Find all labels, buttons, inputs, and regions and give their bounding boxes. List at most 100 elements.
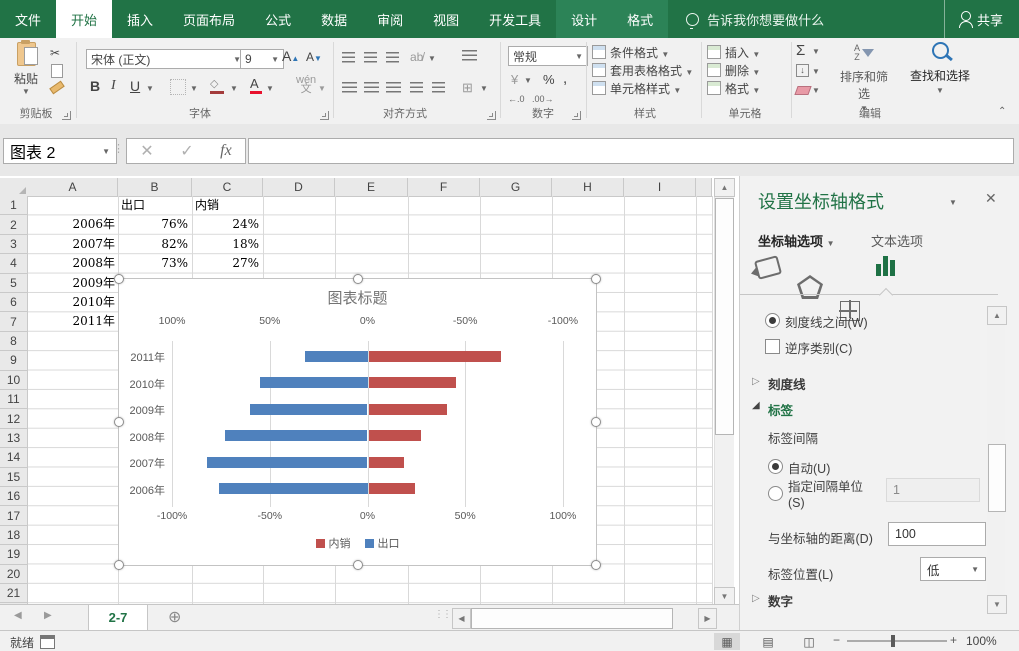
- column-header-H[interactable]: H: [552, 178, 624, 197]
- zoom-in-button[interactable]: +: [950, 633, 957, 647]
- h-scroll-left-button[interactable]: ◀: [452, 608, 471, 629]
- zoom-level[interactable]: 100%: [966, 634, 997, 648]
- autosum-dropdown-icon[interactable]: ▼: [812, 47, 820, 56]
- bar-export-2011年[interactable]: [305, 351, 368, 362]
- autosum-button[interactable]: Σ: [796, 42, 805, 59]
- column-header-G[interactable]: G: [480, 178, 552, 197]
- cell-A3[interactable]: 2007年: [30, 235, 115, 254]
- align-center-button[interactable]: [364, 82, 379, 93]
- cell-B2[interactable]: 76%: [120, 215, 188, 234]
- fill-button[interactable]: ↓: [796, 64, 809, 77]
- bar-domestic-2006年[interactable]: [369, 483, 416, 494]
- top-align-button[interactable]: [342, 52, 355, 63]
- font-name-combo[interactable]: 宋体 (正文)▼: [86, 49, 246, 69]
- chart-selection-handle[interactable]: [353, 274, 363, 284]
- page-break-view-button[interactable]: ◫: [796, 633, 822, 650]
- underline-dropdown-icon[interactable]: ▼: [146, 84, 154, 93]
- bar-export-2010年[interactable]: [260, 377, 368, 388]
- find-select-button[interactable]: 查找和选择 ▼: [905, 42, 975, 95]
- tab-axis-options[interactable]: 坐标轴选项 ▼: [758, 231, 835, 250]
- tab-页面布局[interactable]: 页面布局: [168, 0, 250, 38]
- clipboard-dialog-launcher[interactable]: [62, 111, 71, 120]
- cell-A6[interactable]: 2010年: [30, 293, 115, 312]
- select-all-corner[interactable]: [0, 178, 29, 197]
- labels-expander[interactable]: ◢: [752, 400, 760, 411]
- sheet-next-button[interactable]: ▶: [44, 610, 52, 621]
- fx-icon[interactable]: fx: [220, 142, 232, 160]
- decrease-decimal-button[interactable]: .00→: [532, 94, 554, 104]
- zoom-slider-track[interactable]: [847, 640, 947, 642]
- column-header-B[interactable]: B: [118, 178, 192, 197]
- column-header-I[interactable]: I: [624, 178, 696, 197]
- row-header-1[interactable]: 1: [0, 196, 28, 215]
- row-header-3[interactable]: 3: [0, 235, 28, 254]
- tab-公式[interactable]: 公式: [250, 0, 306, 38]
- align-right-button[interactable]: [386, 82, 401, 93]
- pane-scroll-down-button[interactable]: ▼: [987, 595, 1007, 614]
- sheet-tab-active[interactable]: 2-7: [88, 605, 148, 632]
- number-expander[interactable]: ▷: [752, 593, 760, 604]
- namebox-splitter[interactable]: ⋮: [113, 142, 124, 155]
- increase-decimal-button[interactable]: ←.0: [508, 94, 525, 104]
- row-header-2[interactable]: 2: [0, 215, 28, 234]
- sheet-prev-button[interactable]: ◀: [14, 610, 22, 621]
- tab-text-options[interactable]: 文本选项: [871, 231, 923, 250]
- cell-A4[interactable]: 2008年: [30, 254, 115, 273]
- font-color-button[interactable]: A: [250, 76, 264, 94]
- column-header-F[interactable]: F: [408, 178, 480, 197]
- between-ticks-radio[interactable]: [765, 313, 780, 328]
- v-scroll-up-button[interactable]: ▲: [714, 178, 735, 197]
- page-layout-view-button[interactable]: ▤: [755, 633, 781, 650]
- clear-dropdown-icon[interactable]: ▼: [812, 86, 820, 95]
- column-header-D[interactable]: D: [263, 178, 335, 197]
- distance-input[interactable]: [888, 522, 986, 546]
- bar-export-2008年[interactable]: [225, 430, 368, 441]
- row-header-5[interactable]: 5: [0, 274, 28, 293]
- reverse-order-checkbox[interactable]: [765, 339, 780, 354]
- decrease-indent-button[interactable]: [410, 82, 423, 93]
- fill-line-icon[interactable]: [754, 255, 782, 280]
- enter-icon[interactable]: ✓: [180, 141, 193, 161]
- paste-dropdown-icon[interactable]: ▼: [8, 87, 44, 96]
- row-header-8[interactable]: 8: [0, 332, 28, 351]
- formula-input[interactable]: [248, 138, 1014, 164]
- grow-font-button[interactable]: A▲: [282, 48, 299, 64]
- tab-插入[interactable]: 插入: [112, 0, 168, 38]
- merge-dropdown-icon[interactable]: ▼: [480, 84, 488, 93]
- cut-button[interactable]: ✂: [50, 46, 60, 60]
- chart-selection-handle[interactable]: [353, 560, 363, 570]
- tell-me-box[interactable]: 告诉我你想要做什么: [668, 0, 842, 38]
- clear-button[interactable]: [794, 86, 811, 95]
- row-header-20[interactable]: 20: [0, 565, 28, 584]
- new-sheet-button[interactable]: ⊕: [168, 607, 181, 627]
- sort-filter-button[interactable]: AZ 排序和筛选 ▼: [836, 44, 892, 113]
- font-size-combo[interactable]: 9▼: [240, 49, 284, 69]
- cells-item-1[interactable]: 删除 ▼: [707, 62, 760, 79]
- fill-color-dropdown-icon[interactable]: ▼: [230, 84, 238, 93]
- copy-button[interactable]: [51, 64, 63, 78]
- tick-marks-expander[interactable]: ▷: [752, 376, 760, 387]
- cancel-icon[interactable]: ✕: [140, 141, 153, 161]
- phonetic-guide-button[interactable]: wén文: [296, 76, 316, 94]
- tab-file[interactable]: 文件: [0, 0, 56, 38]
- fill-color-button[interactable]: ◇: [210, 76, 226, 94]
- cell-C3[interactable]: 18%: [194, 235, 259, 254]
- row-header-13[interactable]: 13: [0, 429, 28, 448]
- context-tab-设计[interactable]: 设计: [556, 0, 612, 38]
- cell-B3[interactable]: 82%: [120, 235, 188, 254]
- chart-selection-handle[interactable]: [114, 417, 124, 427]
- axis-options-icon[interactable]: [876, 256, 895, 276]
- borders-dropdown-icon[interactable]: ▼: [190, 84, 198, 93]
- orientation-button[interactable]: ab̸: [410, 50, 423, 64]
- font-dialog-launcher[interactable]: [320, 111, 329, 120]
- column-header-E[interactable]: E: [335, 178, 408, 197]
- tab-视图[interactable]: 视图: [418, 0, 474, 38]
- font-color-dropdown-icon[interactable]: ▼: [266, 84, 274, 93]
- chart-selection-handle[interactable]: [114, 274, 124, 284]
- row-header-12[interactable]: 12: [0, 409, 28, 428]
- cell-C1[interactable]: 内销: [195, 196, 255, 215]
- chart-object[interactable]: 图表标题100%50%0%-50%-100%-100%-50%0%50%100%…: [118, 278, 597, 566]
- macro-record-icon[interactable]: [40, 635, 55, 649]
- accounting-dropdown-icon[interactable]: ▼: [524, 76, 532, 85]
- row-header-19[interactable]: 19: [0, 545, 28, 564]
